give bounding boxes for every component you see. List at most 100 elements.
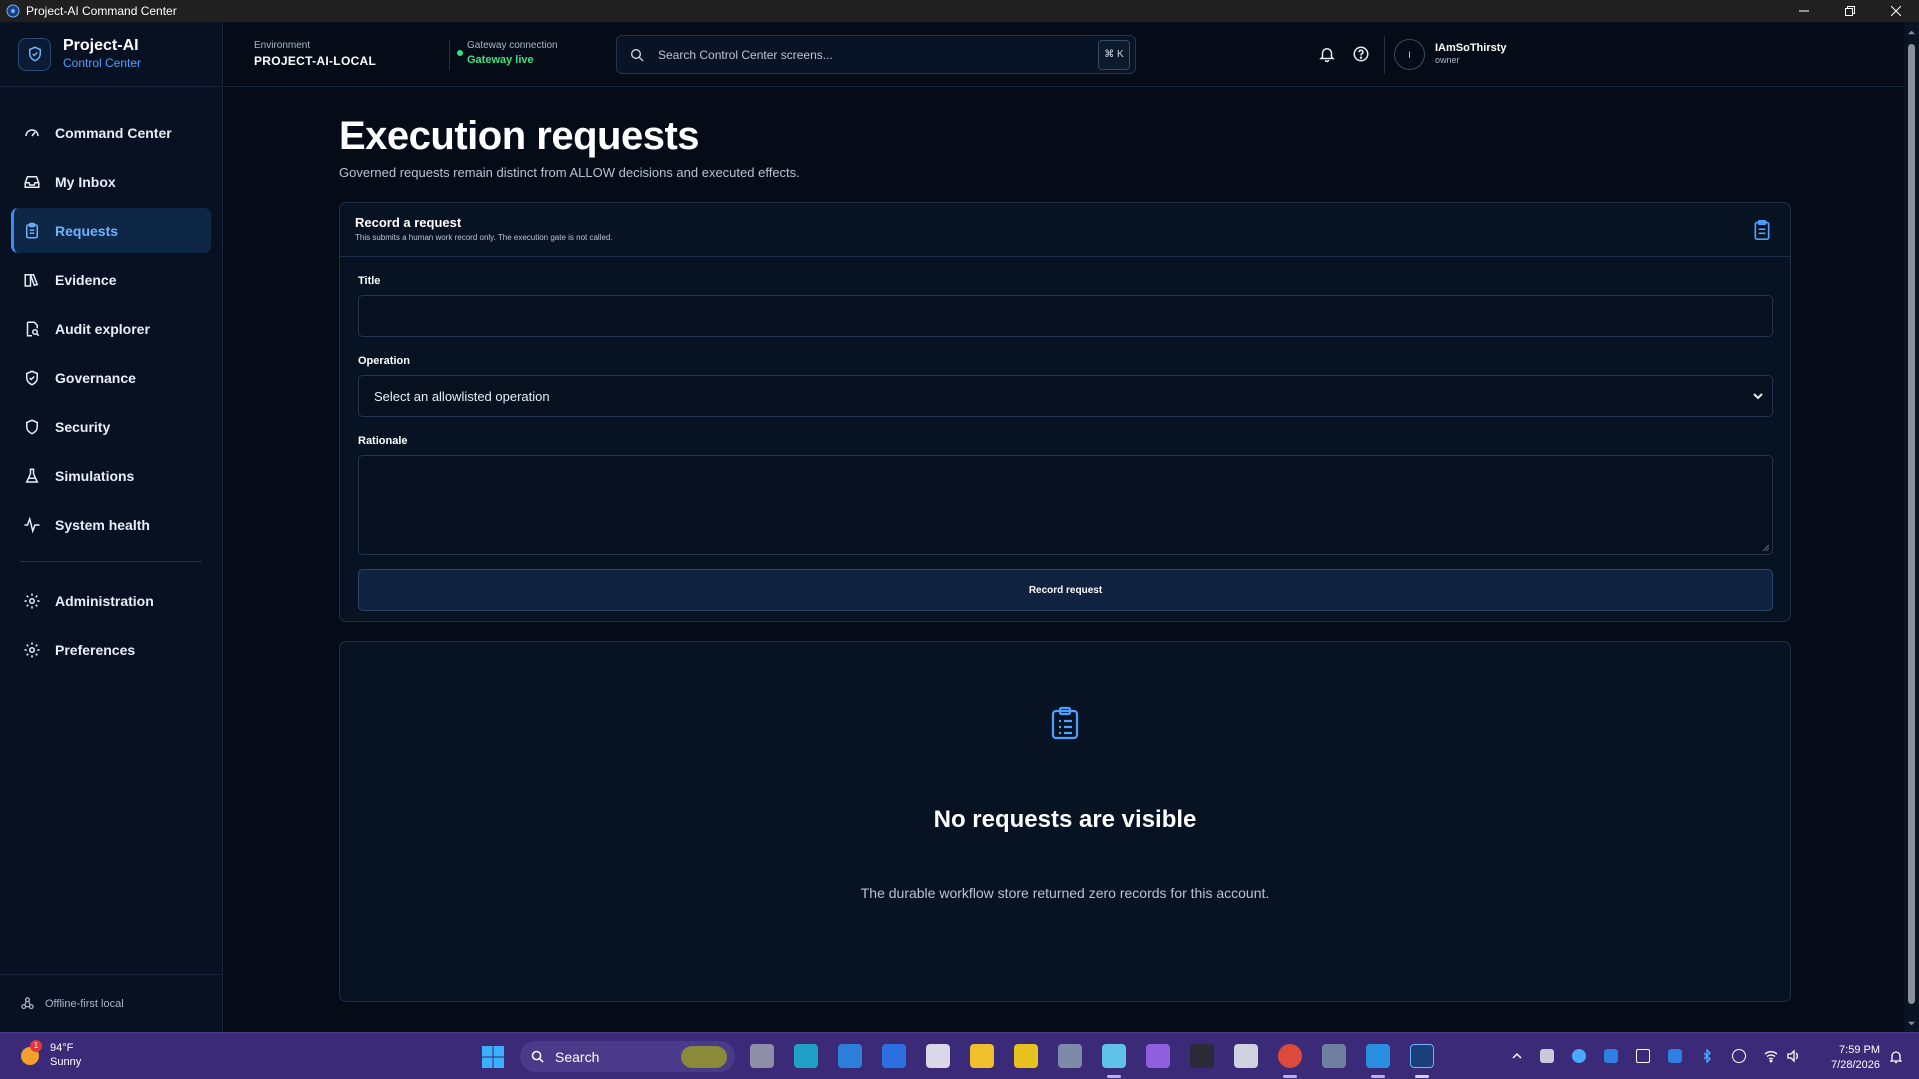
sidebar-item-preferences[interactable]: Preferences	[11, 627, 211, 672]
sidebar-item-label: My Inbox	[55, 173, 116, 190]
user-role: owner	[1435, 55, 1460, 66]
sidebar-item-my-inbox[interactable]: My Inbox	[11, 159, 211, 204]
app-icon[interactable]	[1322, 1044, 1346, 1068]
sidebar-item-evidence[interactable]: Evidence	[11, 257, 211, 302]
user-menu[interactable]: IAmSoThirsty owner	[1435, 42, 1507, 66]
clipboard-list-icon	[1754, 220, 1770, 240]
vscode-icon[interactable]	[1366, 1044, 1390, 1068]
title-input[interactable]	[358, 295, 1773, 337]
scroll-thumb[interactable]	[1908, 44, 1915, 1004]
sun-icon: 1	[18, 1039, 42, 1068]
restore-icon	[1845, 6, 1855, 16]
sidebar-item-audit-explorer[interactable]: Audit explorer	[11, 306, 211, 351]
onedrive-icon[interactable]	[1572, 1049, 1586, 1063]
chevron-up-icon[interactable]	[1510, 1049, 1524, 1063]
restore-button[interactable]	[1827, 0, 1873, 22]
app-m-icon[interactable]	[1014, 1044, 1038, 1068]
inbox-icon	[24, 175, 40, 188]
shield-check-icon	[26, 369, 38, 386]
sidebar-item-label: Audit explorer	[55, 320, 150, 337]
search-input[interactable]	[658, 47, 1098, 62]
notepad-icon[interactable]	[1102, 1044, 1126, 1068]
close-button[interactable]	[1873, 0, 1919, 22]
record-request-button[interactable]: Record request	[358, 569, 1773, 611]
chrome-icon[interactable]	[1278, 1044, 1302, 1068]
taskbar-search[interactable]: Search	[520, 1041, 735, 1072]
page-subtitle: Governed requests remain distinct from A…	[339, 165, 800, 180]
app-icon[interactable]	[882, 1044, 906, 1068]
card-description: This submits a human work record only. T…	[355, 233, 613, 242]
sidebar-item-requests[interactable]: Requests	[11, 208, 211, 253]
project-ai-app-icon[interactable]	[1410, 1044, 1434, 1068]
operation-select[interactable]: Select an allowlisted operation	[358, 375, 1773, 417]
sidebar-item-system-health[interactable]: System health	[11, 502, 211, 547]
gear-icon	[24, 642, 40, 657]
bell-icon[interactable]	[1318, 45, 1336, 63]
scroll-up-icon[interactable]	[1907, 28, 1916, 37]
taskbar-clock[interactable]: 7:59 PM 7/28/2026	[1800, 1043, 1880, 1073]
clipboard-list-icon	[1051, 706, 1079, 740]
book-open-icon	[24, 273, 39, 287]
page-title: Execution requests	[339, 114, 700, 158]
sidebar-item-label: Administration	[55, 592, 154, 609]
sidebar-item-label: Security	[55, 418, 111, 435]
header-divider	[1384, 36, 1385, 74]
chevron-down-icon	[1753, 393, 1763, 400]
search-box[interactable]: ⌘ K	[616, 35, 1136, 74]
sidebar-item-command-center[interactable]: Command Center	[11, 110, 211, 155]
scroll-down-icon[interactable]	[1907, 1019, 1916, 1028]
sidebar-item-security[interactable]: Security	[11, 404, 211, 449]
terminal-icon[interactable]	[1190, 1044, 1214, 1068]
chatgpt-icon[interactable]	[1234, 1044, 1258, 1068]
sidebar-item-simulations[interactable]: Simulations	[11, 453, 211, 498]
brand-subtitle: Control Center	[63, 56, 142, 71]
notification-icon[interactable]	[1890, 1050, 1902, 1064]
language-icon[interactable]	[1732, 1049, 1746, 1063]
help-icon[interactable]	[1352, 45, 1370, 63]
sidebar-item-governance[interactable]: Governance	[11, 355, 211, 400]
wifi-icon[interactable]	[1764, 1049, 1778, 1063]
sidebar-item-administration[interactable]: Administration	[11, 578, 211, 623]
tray-app-icon[interactable]	[1668, 1049, 1682, 1063]
tray-app-icon[interactable]	[1540, 1049, 1554, 1063]
task-view-icon[interactable]	[750, 1044, 774, 1068]
page-scrollbar[interactable]	[1904, 22, 1919, 1032]
top-header: Environment PROJECT-AI-LOCAL Gateway con…	[224, 22, 1904, 87]
gateway-label: Gateway connection	[467, 40, 558, 51]
main-content: Execution requests Governed requests rem…	[224, 87, 1904, 1032]
brand[interactable]: Project-AI Control Center	[0, 22, 222, 87]
window-titlebar: Project-AI Command Center	[0, 0, 1919, 22]
avatar[interactable]: I	[1394, 39, 1425, 70]
sidebar-item-label: Evidence	[55, 271, 117, 288]
operation-selected-value: Select an allowlisted operation	[374, 388, 550, 404]
sidebar-item-label: Governance	[55, 369, 136, 386]
volume-icon[interactable]	[1786, 1049, 1800, 1063]
clock-time: 7:59 PM	[1839, 1044, 1880, 1056]
minimize-button[interactable]	[1781, 0, 1827, 22]
weather-widget[interactable]: 1 94°F Sunny	[18, 1039, 82, 1070]
audit-search-icon	[26, 321, 40, 336]
weather-condition: Sunny	[50, 1055, 82, 1068]
widgets-icon[interactable]	[794, 1044, 818, 1068]
rationale-textarea[interactable]	[358, 455, 1773, 555]
tray-app-icon[interactable]	[1604, 1049, 1618, 1063]
settings-icon[interactable]	[1058, 1044, 1082, 1068]
requests-empty-state: No requests are visible The durable work…	[339, 641, 1791, 1002]
gauge-icon	[25, 128, 39, 136]
usb-icon[interactable]	[1636, 1049, 1650, 1063]
record-request-card: Record a request This submits a human wo…	[339, 202, 1791, 622]
active-app-indicator	[1415, 1075, 1429, 1078]
sidebar-item-label: System health	[55, 516, 150, 533]
file-explorer-icon[interactable]	[970, 1044, 994, 1068]
sidebar-item-label: Requests	[55, 222, 119, 239]
app-icon[interactable]	[1146, 1044, 1170, 1068]
clipboard-list-icon	[26, 222, 38, 238]
sidebar-divider	[20, 561, 202, 562]
active-app-indicator	[1371, 1075, 1385, 1078]
windows-start-icon[interactable]	[481, 1045, 505, 1069]
bluetooth-icon[interactable]	[1700, 1049, 1714, 1063]
sidebar-item-label: Preferences	[55, 641, 136, 658]
snipping-tool-icon[interactable]	[926, 1044, 950, 1068]
resize-handle-icon[interactable]	[1762, 544, 1770, 552]
store-icon[interactable]	[838, 1044, 862, 1068]
